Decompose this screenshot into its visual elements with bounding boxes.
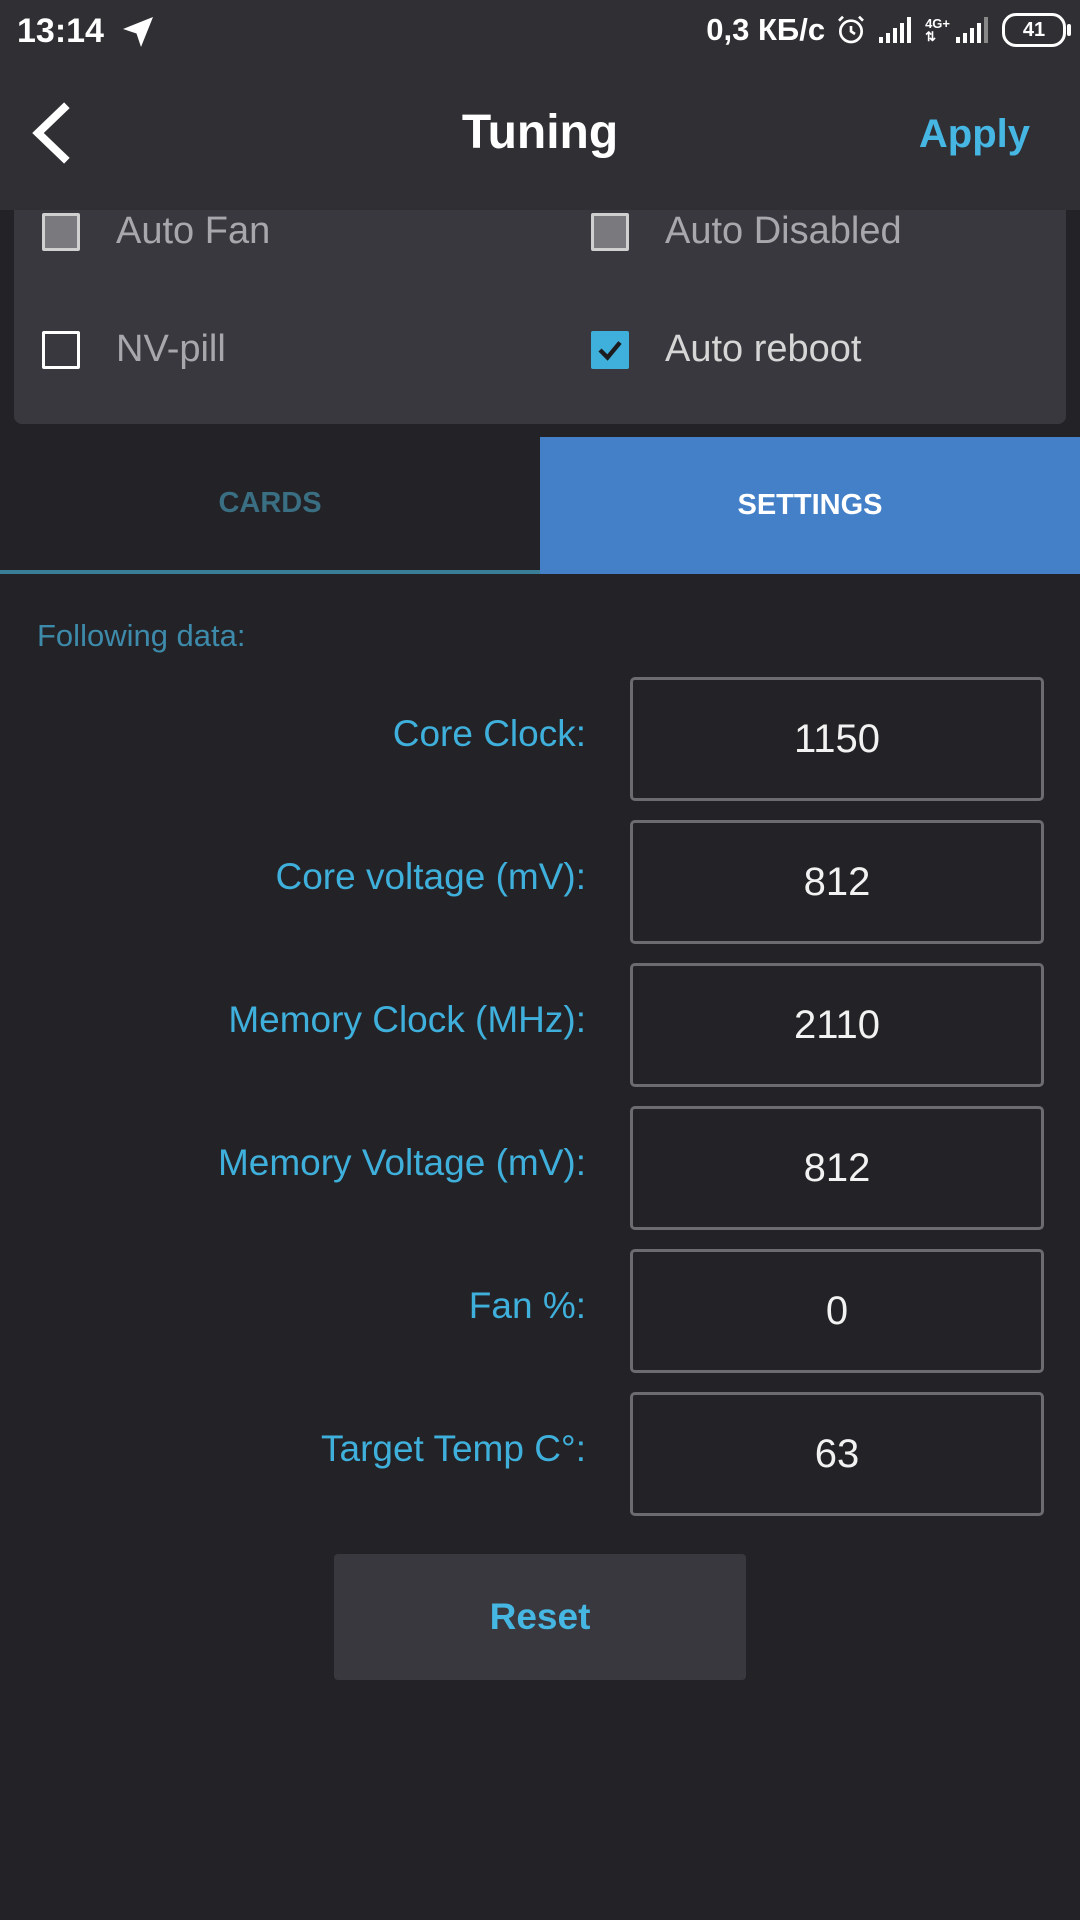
tab-settings[interactable]: SETTINGS (540, 437, 1080, 574)
network-type: 4G+ ⇅ (925, 16, 950, 44)
target-temp-input[interactable]: 63 (630, 1392, 1044, 1516)
auto-fan-checkbox[interactable] (42, 212, 80, 251)
option-auto-fan[interactable]: Auto Fan (42, 210, 270, 253)
field-label: Target Temp C°: (321, 1428, 586, 1469)
field-target-temp: Target Temp C°: 63 (0, 1392, 1080, 1516)
option-label: NV-pill (116, 328, 226, 370)
option-auto-reboot[interactable]: Auto reboot (591, 328, 861, 371)
option-label: Auto Fan (116, 210, 271, 252)
field-label: Fan %: (468, 1285, 586, 1326)
signal-strength-icon-2 (956, 17, 988, 43)
field-label: Core Clock: (392, 713, 586, 754)
battery-level: 41 (1022, 18, 1046, 41)
tab-bar: CARDS SETTINGS (0, 437, 1080, 574)
top-app-bar: 13:14 0,3 КБ/с 4G+ ⇅ 41 Tuning Apply (0, 0, 1080, 210)
field-memory-clock: Memory Clock (MHz): 2110 (0, 963, 1080, 1087)
status-indicators: 0,3 КБ/с 4G+ ⇅ 41 (706, 12, 1071, 48)
status-time: 13:14 (17, 12, 104, 50)
reset-button[interactable]: Reset (334, 1554, 746, 1680)
core-clock-input[interactable]: 1150 (630, 677, 1044, 801)
option-label: Auto reboot (665, 328, 862, 370)
status-bar: 13:14 0,3 КБ/с 4G+ ⇅ 41 (0, 0, 1080, 68)
field-fan-percent: Fan %: 0 (0, 1249, 1080, 1373)
section-label: Following data: (37, 618, 246, 653)
field-core-clock: Core Clock: 1150 (0, 677, 1080, 801)
memory-clock-input[interactable]: 2110 (630, 963, 1044, 1087)
field-label: Core voltage (mV): (275, 856, 587, 897)
tab-cards[interactable]: CARDS (0, 437, 540, 574)
location-arrow-icon (123, 17, 153, 47)
alarm-icon (838, 15, 865, 44)
field-label: Memory Clock (MHz): (228, 999, 586, 1040)
auto-reboot-checkbox[interactable] (591, 330, 629, 369)
auto-disabled-checkbox[interactable] (591, 212, 629, 251)
option-nv-pill[interactable]: NV-pill (42, 328, 226, 371)
memory-voltage-input[interactable]: 812 (630, 1106, 1044, 1230)
checkmark-icon (598, 340, 622, 361)
core-voltage-input[interactable]: 812 (630, 820, 1044, 944)
battery-icon: 41 (1002, 13, 1071, 47)
field-memory-voltage: Memory Voltage (mV): 812 (0, 1106, 1080, 1230)
field-label: Memory Voltage (mV): (217, 1142, 586, 1183)
signal-strength-icon (879, 17, 912, 43)
apply-button[interactable]: Apply (919, 112, 1030, 157)
field-core-voltage: Core voltage (mV): 812 (0, 820, 1080, 944)
options-card: Auto Fan Auto Disabled NV-pill Auto rebo… (14, 210, 1066, 424)
option-label: Auto Disabled (665, 210, 902, 252)
option-auto-disabled[interactable]: Auto Disabled (591, 210, 902, 253)
data-activity-icon: ⇅ (925, 29, 936, 44)
fan-percent-input[interactable]: 0 (630, 1249, 1044, 1373)
nv-pill-checkbox[interactable] (42, 330, 80, 369)
network-speed: 0,3 КБ/с (706, 12, 826, 47)
